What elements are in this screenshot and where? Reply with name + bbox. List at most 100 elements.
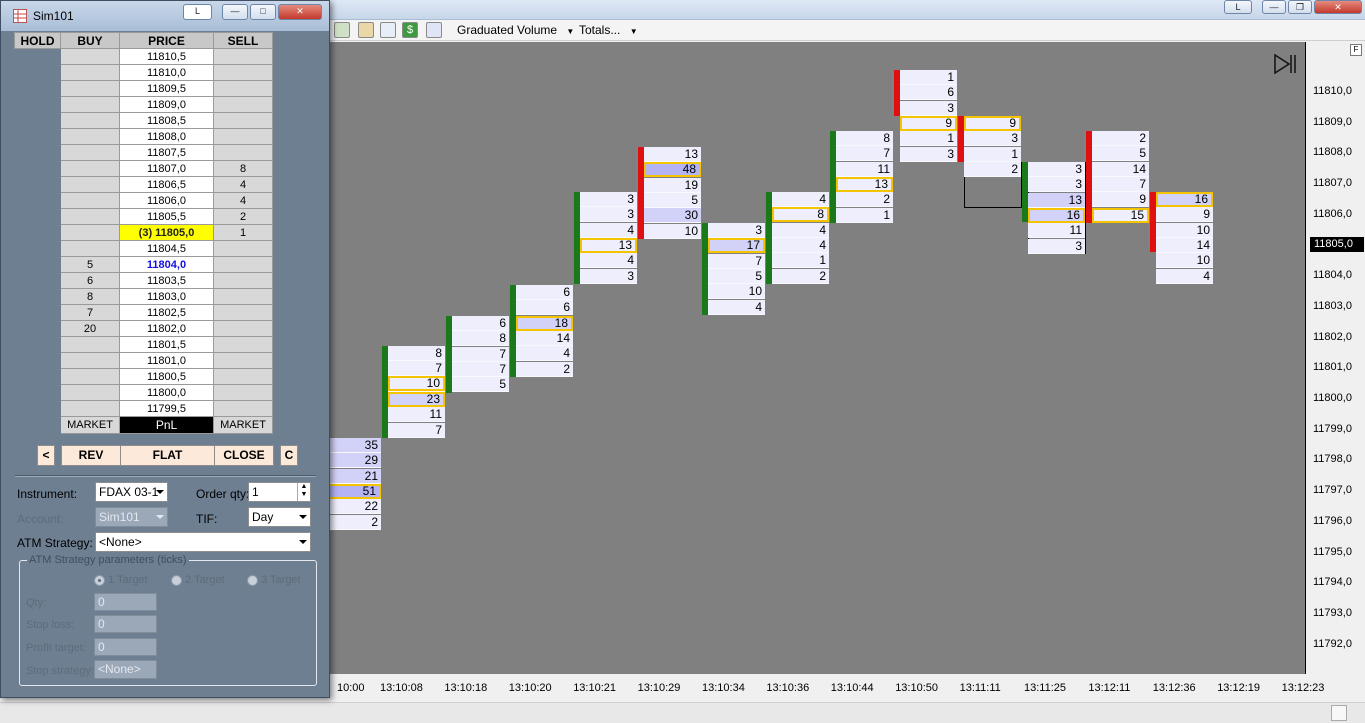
footprint-cell: 2 — [516, 361, 573, 377]
target2-radio[interactable]: 2 Target — [171, 574, 225, 586]
buy-cell[interactable] — [60, 144, 120, 161]
sell-cell[interactable] — [213, 112, 273, 129]
dom-window: Sim101 L — □ ✕ HOLD BUY PRICE SELL 11810… — [0, 0, 330, 698]
buy-cell[interactable] — [60, 128, 120, 145]
buy-cell[interactable] — [60, 224, 120, 241]
sell-cell[interactable] — [213, 96, 273, 113]
buy-cell[interactable] — [60, 112, 120, 129]
ladder-row: 11810,5 — [14, 48, 273, 65]
line-chart-icon[interactable] — [380, 22, 396, 38]
buy-cell[interactable] — [60, 336, 120, 353]
buy-cell[interactable] — [60, 48, 120, 65]
atm-strategy-select[interactable]: <None> — [95, 532, 311, 552]
restore-icon[interactable]: ❐ — [1288, 0, 1312, 14]
market-sell-button[interactable]: MARKET — [213, 416, 273, 434]
footprint-cell: 10 — [1156, 253, 1213, 269]
market-buy-button[interactable]: MARKET — [60, 416, 120, 434]
price-cell: 11800,5 — [119, 368, 214, 385]
flatten-button[interactable]: FLAT — [120, 445, 215, 466]
dom-restore-icon[interactable]: □ — [250, 4, 276, 20]
scroll-to-end-icon[interactable] — [1274, 53, 1296, 75]
footprint-cell: 7 — [452, 361, 509, 377]
sell-cell[interactable]: 4 — [213, 176, 273, 193]
buy-cell[interactable]: 20 — [60, 320, 120, 337]
sell-cell[interactable] — [213, 368, 273, 385]
bar-chart-icon[interactable] — [334, 22, 350, 38]
buy-cell[interactable] — [60, 352, 120, 369]
sell-cell[interactable]: 1 — [213, 224, 273, 241]
order-qty-stepper[interactable]: 1 ▲ ▼ — [248, 482, 311, 502]
price-cell: 11804,5 — [119, 240, 214, 257]
sell-cell[interactable] — [213, 384, 273, 401]
horizontal-scrollbar[interactable] — [0, 702, 1365, 723]
hold-header[interactable]: HOLD — [14, 32, 61, 49]
footprint-cell: 3 — [900, 146, 957, 162]
buy-cell[interactable] — [60, 80, 120, 97]
sell-cell[interactable] — [213, 80, 273, 97]
ladder-row: 11809,0 — [14, 96, 273, 113]
sell-cell[interactable] — [213, 256, 273, 273]
footprint-cell: 16 — [1028, 207, 1085, 223]
footprint-chart[interactable]: 3529215122287162311768775106618144233413… — [324, 42, 1305, 674]
candlestick-icon[interactable] — [358, 22, 374, 38]
sell-cell[interactable] — [213, 64, 273, 81]
tif-select[interactable]: Day — [248, 507, 311, 527]
pnl-cell[interactable]: PnL — [119, 416, 214, 434]
sell-cell[interactable]: 4 — [213, 192, 273, 209]
sell-cell[interactable] — [213, 240, 273, 257]
buy-cell[interactable] — [60, 64, 120, 81]
buy-cell[interactable]: 8 — [60, 288, 120, 305]
buy-cell[interactable]: 5 — [60, 256, 120, 273]
left-button[interactable]: < — [37, 445, 55, 466]
totals-dropdown[interactable]: Totals... ▼ — [579, 23, 638, 37]
axis-f-button[interactable]: F — [1350, 44, 1362, 56]
dom-l-button[interactable]: L — [183, 4, 212, 20]
buy-cell[interactable] — [60, 176, 120, 193]
sell-cell[interactable] — [213, 48, 273, 65]
buy-cell[interactable] — [60, 208, 120, 225]
buy-cell[interactable] — [60, 384, 120, 401]
sell-cell[interactable] — [213, 272, 273, 289]
buy-cell[interactable] — [60, 368, 120, 385]
ladder-row: 11804,5 — [14, 240, 273, 257]
dollar-icon[interactable]: $ — [402, 22, 418, 38]
sell-cell[interactable] — [213, 400, 273, 417]
sell-cell[interactable]: 2 — [213, 208, 273, 225]
l-button[interactable]: L — [1224, 0, 1252, 14]
sell-cell[interactable] — [213, 320, 273, 337]
instrument-select[interactable]: FDAX 03-1 — [95, 482, 168, 502]
price-cell: 11804,0 — [119, 256, 214, 273]
buy-cell[interactable] — [60, 192, 120, 209]
sell-cell[interactable] — [213, 144, 273, 161]
buy-cell[interactable]: 7 — [60, 304, 120, 321]
footprint-cell: 10 — [388, 376, 445, 391]
sell-cell[interactable] — [213, 304, 273, 321]
dom-close-icon[interactable]: ✕ — [278, 4, 322, 20]
buy-cell[interactable] — [60, 240, 120, 257]
reverse-button[interactable]: REV — [61, 445, 121, 466]
properties-icon[interactable] — [426, 22, 442, 38]
buy-cell[interactable] — [60, 160, 120, 177]
graduated-volume-dropdown[interactable]: Graduated Volume ▼ — [457, 23, 574, 37]
sell-cell[interactable] — [213, 336, 273, 353]
price-cell: 11810,0 — [119, 64, 214, 81]
buy-cell[interactable] — [60, 400, 120, 417]
close-icon[interactable]: ✕ — [1314, 0, 1362, 14]
buy-cell[interactable] — [60, 96, 120, 113]
price-axis-label: 11802,0 — [1313, 330, 1352, 343]
target3-radio[interactable]: 3 Target — [247, 574, 301, 586]
spin-icon[interactable]: ▲ ▼ — [297, 483, 310, 501]
sell-cell[interactable] — [213, 128, 273, 145]
sell-cell[interactable] — [213, 352, 273, 369]
close-position-button[interactable]: CLOSE — [214, 445, 274, 466]
scroll-thumb[interactable] — [1331, 705, 1347, 721]
target1-radio[interactable]: 1 Target — [94, 574, 148, 586]
c-button[interactable]: C — [280, 445, 298, 466]
sell-cell[interactable] — [213, 288, 273, 305]
footprint-cell: 51 — [324, 483, 381, 499]
sell-cell[interactable]: 8 — [213, 160, 273, 177]
minimize-icon[interactable]: — — [1262, 0, 1286, 14]
dom-minimize-icon[interactable]: — — [222, 4, 248, 20]
buy-cell[interactable]: 6 — [60, 272, 120, 289]
time-axis-label: 13:10:50 — [895, 682, 939, 694]
